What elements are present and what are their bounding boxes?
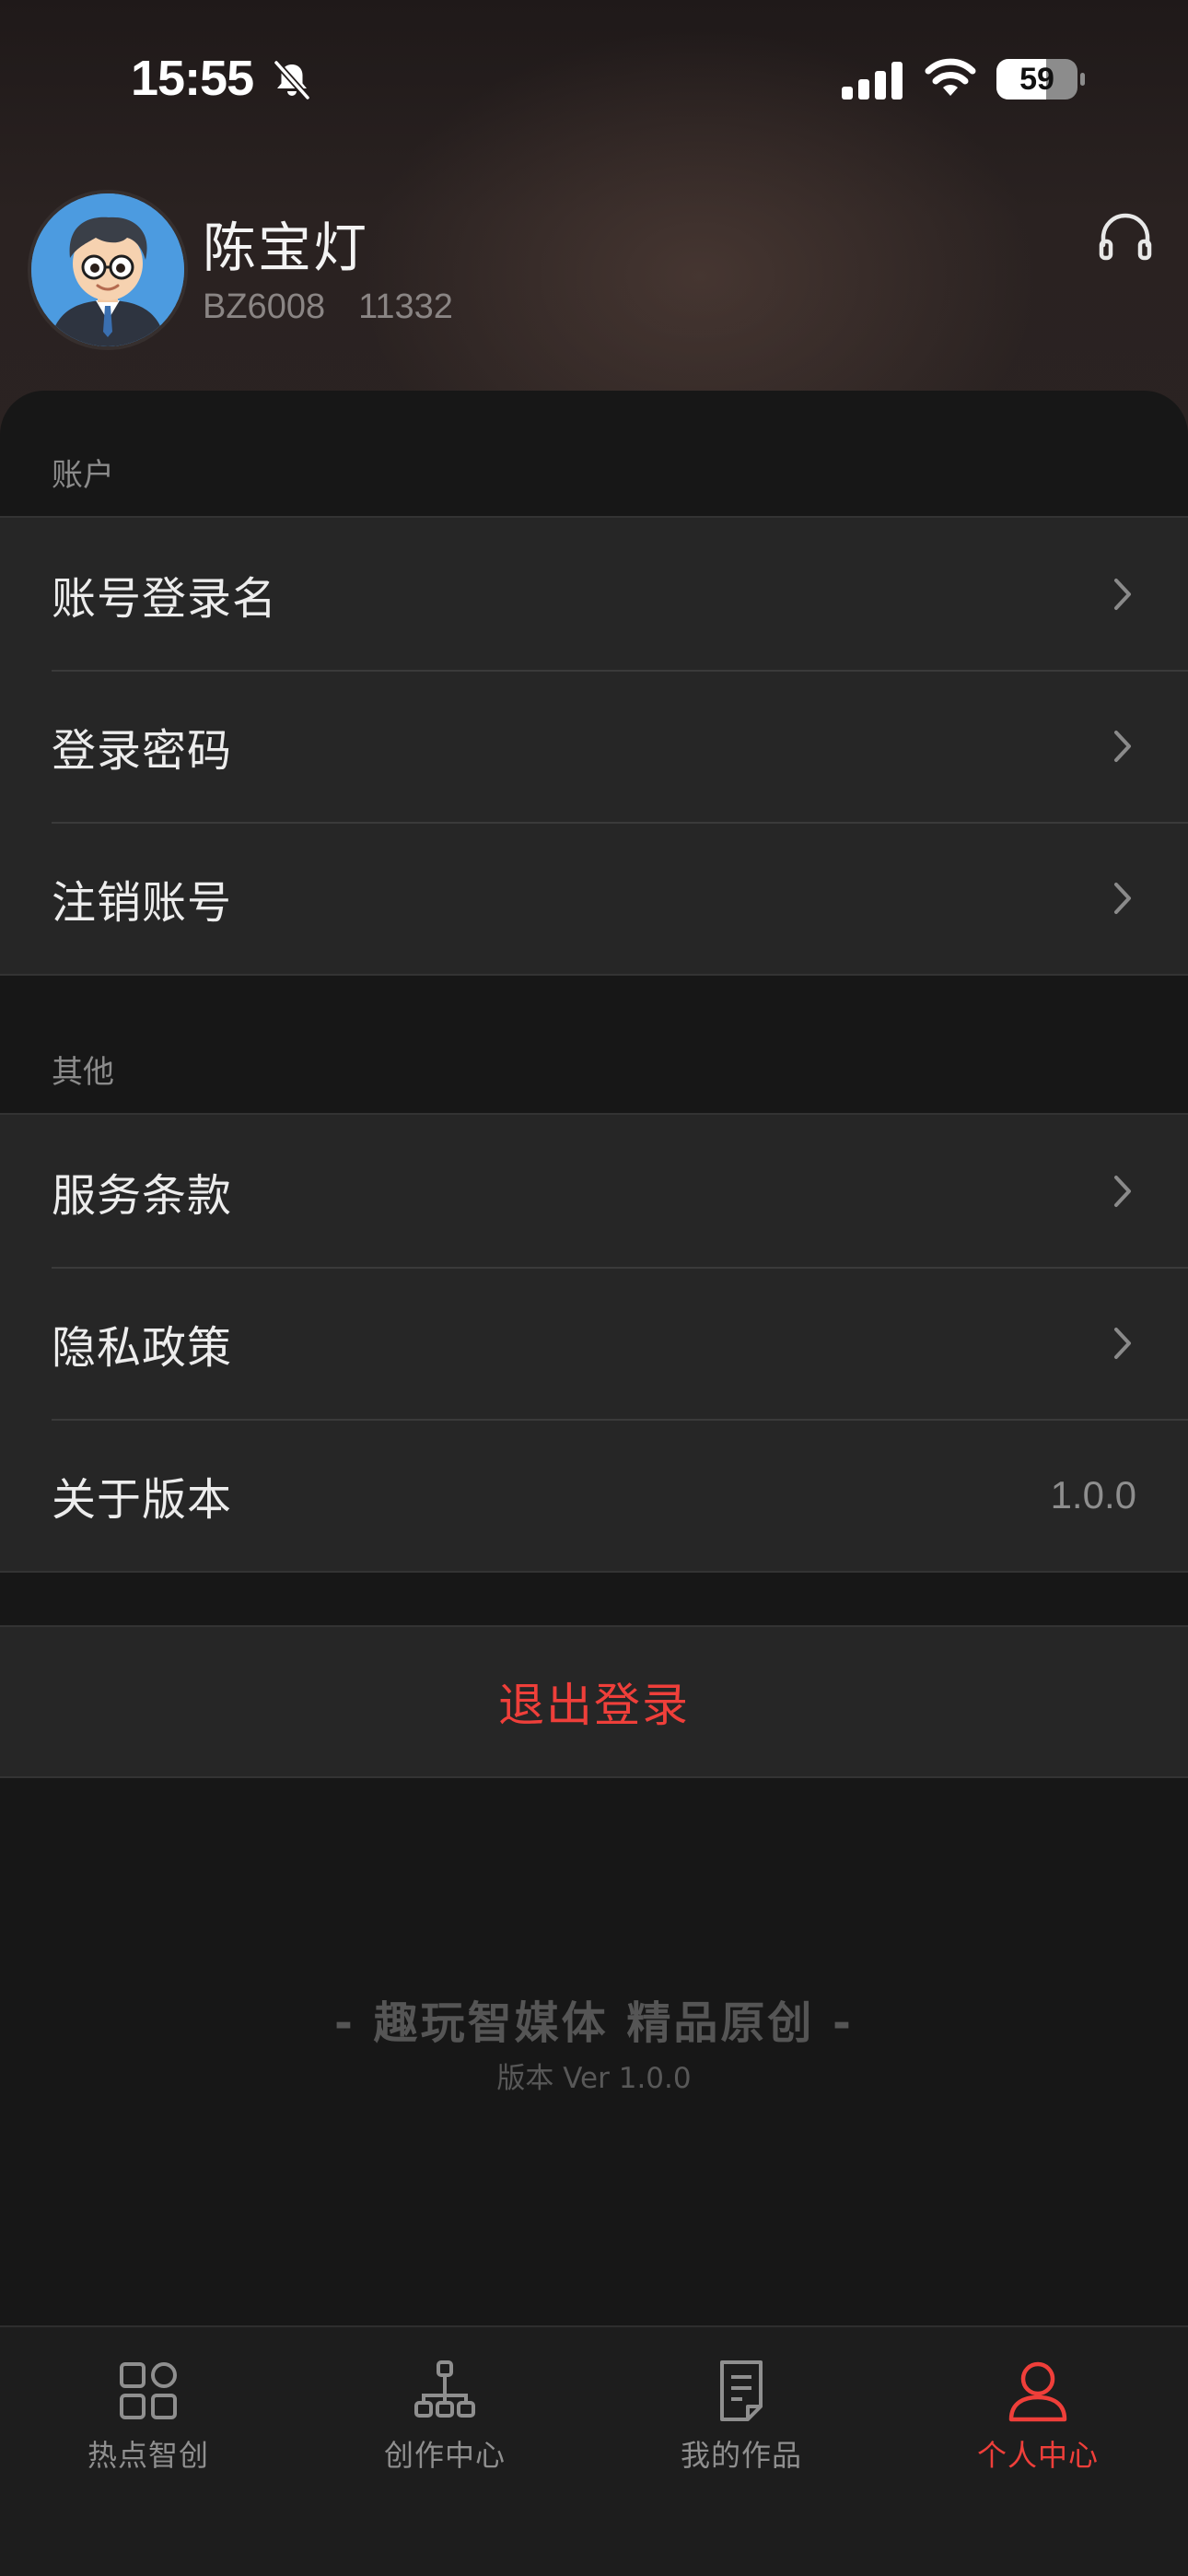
bell-slash-icon xyxy=(274,60,310,100)
battery-level: 59 xyxy=(1019,62,1054,97)
chevron-right-icon xyxy=(1114,1175,1131,1207)
grid-icon xyxy=(120,2362,177,2419)
row-account-login-name[interactable]: 账号登录名 xyxy=(0,518,1188,670)
document-icon xyxy=(720,2360,763,2421)
row-label: 注销账号 xyxy=(52,876,233,929)
chevron-right-icon xyxy=(1114,882,1131,914)
footer-slogan: - 趣玩智媒体 精品原创 - xyxy=(334,1997,854,2049)
other-group: 服务条款 隐私政策 关于版本 1.0.0 xyxy=(0,1113,1188,1573)
tab-label: 个人中心 xyxy=(976,2438,1099,2473)
row-login-password[interactable]: 登录密码 xyxy=(0,670,1188,822)
tab-personal-center[interactable]: 个人中心 xyxy=(890,2348,1186,2495)
user-meta: BZ6008 11332 xyxy=(203,287,453,327)
row-privacy-policy[interactable]: 隐私政策 xyxy=(0,1267,1188,1419)
tab-bar: 热点智创 创作中心 我的作品 个人中心 xyxy=(0,2325,1188,2576)
logout-label: 退出登录 xyxy=(498,1679,690,1732)
settings-content: 账户 账号登录名 登录密码 注销账号 其他 服务条款 隐私政策 关于版本 1.0… xyxy=(0,391,1188,2576)
avatar[interactable] xyxy=(31,193,184,346)
status-time: 15:55 xyxy=(131,51,254,106)
row-about-version[interactable]: 关于版本 1.0.0 xyxy=(0,1419,1188,1571)
chevron-right-icon xyxy=(1114,730,1131,762)
account-group: 账号登录名 登录密码 注销账号 xyxy=(0,516,1188,976)
tab-my-works[interactable]: 我的作品 xyxy=(593,2348,890,2495)
user-number: 11332 xyxy=(358,287,453,326)
chevron-right-icon xyxy=(1114,1327,1131,1359)
tab-label: 我的作品 xyxy=(680,2438,802,2473)
section-title-other: 其他 xyxy=(52,1054,114,1091)
user-name: 陈宝灯 xyxy=(203,217,369,279)
tab-hot-creation[interactable]: 热点智创 xyxy=(0,2348,297,2495)
row-label: 登录密码 xyxy=(52,724,233,777)
section-title-account: 账户 xyxy=(52,457,114,494)
footer-version: 版本 Ver 1.0.0 xyxy=(496,2062,692,2095)
row-label: 服务条款 xyxy=(52,1169,233,1222)
row-delete-account[interactable]: 注销账号 xyxy=(0,822,1188,974)
tab-label: 热点智创 xyxy=(87,2438,209,2473)
tab-label: 创作中心 xyxy=(383,2438,506,2473)
user-id-code: BZ6008 xyxy=(203,287,326,326)
logout-button[interactable]: 退出登录 xyxy=(0,1625,1188,1778)
profile-screen: 15:55 59 陈宝灯 BZ6008 11332 账户 账号登录名 登录密码 … xyxy=(0,0,1188,2576)
cartoon-avatar-icon xyxy=(31,193,184,346)
wifi-icon xyxy=(925,58,976,96)
row-label: 关于版本 xyxy=(52,1473,233,1526)
row-label: 账号登录名 xyxy=(52,572,278,625)
tab-creation-center[interactable]: 创作中心 xyxy=(297,2348,593,2495)
person-icon xyxy=(1008,2361,1067,2422)
version-value: 1.0.0 xyxy=(1050,1472,1136,1516)
cellular-signal-icon xyxy=(842,62,903,100)
row-terms-of-service[interactable]: 服务条款 xyxy=(0,1115,1188,1267)
chevron-right-icon xyxy=(1114,578,1131,610)
row-label: 隐私政策 xyxy=(52,1321,233,1374)
headset-icon[interactable] xyxy=(1096,208,1155,267)
hierarchy-icon xyxy=(414,2360,475,2418)
status-bar: 15:55 59 xyxy=(0,0,1188,161)
